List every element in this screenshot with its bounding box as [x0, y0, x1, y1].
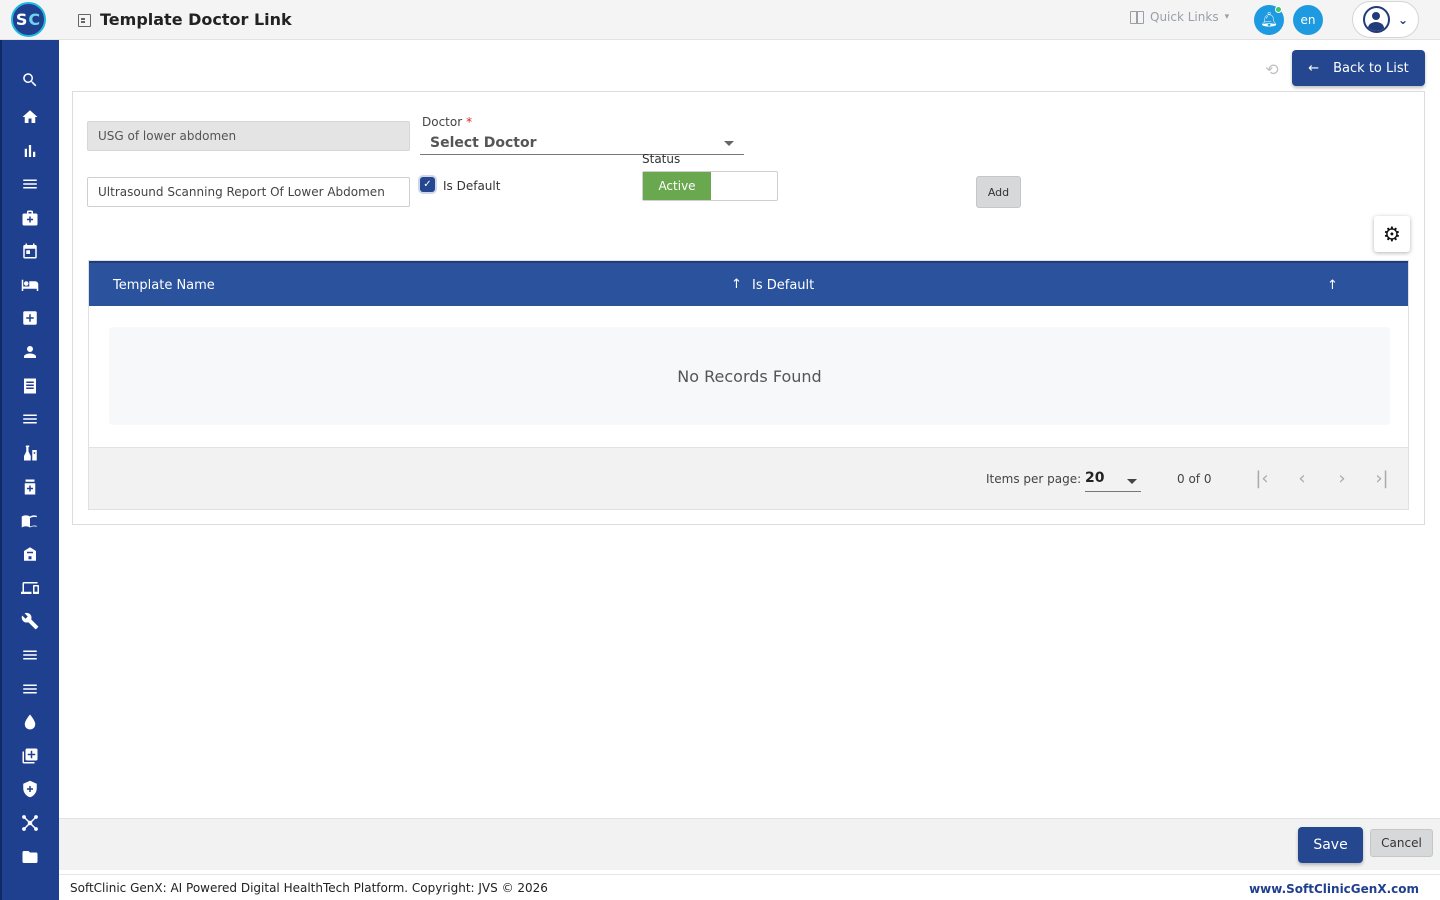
medical-plus-icon[interactable] [19, 307, 41, 329]
status-active-option[interactable]: Active [643, 172, 711, 200]
calendar-icon[interactable] [19, 240, 41, 262]
logo-letter-s: S [15, 10, 29, 29]
template-full-name-field[interactable]: Ultrasound Scanning Report Of Lower Abdo… [87, 177, 410, 207]
page-icon [78, 14, 91, 27]
action-bar [59, 818, 1440, 870]
menu-icon-3[interactable] [19, 678, 41, 700]
is-default-checkbox[interactable]: ✓ [420, 177, 435, 192]
footer: SoftClinic GenX: AI Powered Digital Heal… [59, 874, 1440, 900]
items-per-page-select[interactable]: 20 [1085, 466, 1141, 492]
status-toggle[interactable]: Active [642, 171, 778, 201]
quick-links-menu[interactable]: Quick Links ▾ [1130, 10, 1229, 24]
gift-icon [1130, 10, 1144, 24]
items-per-page-value: 20 [1085, 470, 1105, 486]
medical-bag-icon[interactable] [19, 207, 41, 229]
check-icon: ✓ [423, 179, 432, 190]
previous-page-icon[interactable]: ‹ [1290, 466, 1314, 490]
gear-icon: ⚙ [1383, 222, 1401, 246]
folder-icon[interactable] [19, 846, 41, 868]
doctor-label-text: Doctor [422, 115, 463, 129]
cancel-button[interactable]: Cancel [1370, 829, 1433, 857]
caret-down-icon-2 [1127, 479, 1137, 484]
doctor-select-placeholder: Select Doctor [430, 135, 537, 151]
lab-icon[interactable] [19, 442, 41, 464]
arrow-left-icon: ← [1308, 60, 1320, 76]
menu-icon[interactable] [19, 173, 41, 195]
sidebar [0, 40, 59, 900]
top-bar: SC Template Doctor Link Quick Links ▾ 🔔︎… [0, 0, 1440, 40]
notifications-button[interactable]: 🔔︎ [1254, 5, 1284, 35]
column-template-name[interactable]: Template Name [113, 278, 215, 293]
person-icon[interactable] [19, 341, 41, 363]
table-header: Template Name ↑ Is Default ↑ [89, 261, 1408, 306]
status-label: Status [642, 152, 681, 166]
footer-website-link[interactable]: www.SoftClinicGenX.com [1249, 882, 1419, 896]
add-box-icon[interactable] [19, 745, 41, 767]
menu-icon-2[interactable] [19, 644, 41, 666]
empty-state-message: No Records Found [109, 327, 1390, 425]
pharmacy-icon[interactable] [19, 476, 41, 498]
last-page-icon[interactable]: ›| [1370, 466, 1394, 490]
app-logo[interactable]: SC [11, 2, 46, 37]
back-to-list-button[interactable]: ← Back to List [1292, 50, 1425, 86]
doctor-label: Doctor * [422, 115, 472, 129]
chevron-down-icon: ⌄ [1398, 12, 1409, 27]
bed-icon[interactable] [19, 274, 41, 296]
devices-icon[interactable] [19, 577, 41, 599]
building-icon[interactable] [19, 543, 41, 565]
quick-links-label: Quick Links [1150, 10, 1219, 24]
first-page-icon[interactable]: |‹ [1250, 466, 1274, 490]
items-per-page-label: Items per page: [986, 472, 1082, 486]
list-icon[interactable] [19, 408, 41, 430]
back-to-list-label: Back to List [1333, 60, 1409, 76]
caret-down-icon [724, 141, 734, 146]
shield-icon[interactable] [19, 778, 41, 800]
avatar-icon [1363, 6, 1390, 33]
page-title: Template Doctor Link [100, 10, 292, 29]
wrench-icon[interactable] [19, 610, 41, 632]
network-icon[interactable] [19, 812, 41, 834]
is-default-label: Is Default [443, 179, 501, 193]
save-button[interactable]: Save [1298, 827, 1363, 863]
user-menu-button[interactable]: ⌄ [1352, 1, 1419, 38]
notification-dot [1275, 6, 1282, 13]
bell-icon: 🔔︎ [1260, 12, 1278, 28]
history-icon[interactable]: ⟲ [1263, 60, 1281, 79]
doctor-select[interactable]: Select Doctor [420, 132, 744, 155]
paginator: Items per page: 20 0 of 0 |‹ ‹ › ›| [89, 447, 1408, 509]
column-is-default[interactable]: Is Default [752, 278, 814, 293]
logo-letter-c: C [28, 10, 42, 29]
next-page-icon[interactable]: › [1330, 466, 1354, 490]
caret-down-icon: ▾ [1224, 12, 1230, 22]
table-settings-button[interactable]: ⚙ [1374, 216, 1410, 252]
template-table: Template Name ↑ Is Default ↑ No Records … [88, 260, 1409, 510]
language-button[interactable]: en [1293, 5, 1323, 35]
drop-icon[interactable] [19, 711, 41, 733]
template-short-name-field[interactable]: USG of lower abdomen [87, 121, 410, 151]
required-mark: * [466, 115, 473, 129]
bar-chart-icon[interactable] [19, 140, 41, 162]
footer-copyright: SoftClinic GenX: AI Powered Digital Heal… [70, 881, 548, 895]
receipt-icon[interactable] [19, 375, 41, 397]
search-icon[interactable] [19, 69, 41, 91]
home-icon[interactable] [19, 106, 41, 128]
page-range-label: 0 of 0 [1177, 472, 1212, 486]
sort-arrow-up-icon-2[interactable]: ↑ [1327, 278, 1338, 293]
add-button[interactable]: Add [976, 176, 1021, 208]
sort-arrow-up-icon[interactable]: ↑ [731, 277, 742, 292]
book-icon[interactable] [19, 510, 41, 532]
